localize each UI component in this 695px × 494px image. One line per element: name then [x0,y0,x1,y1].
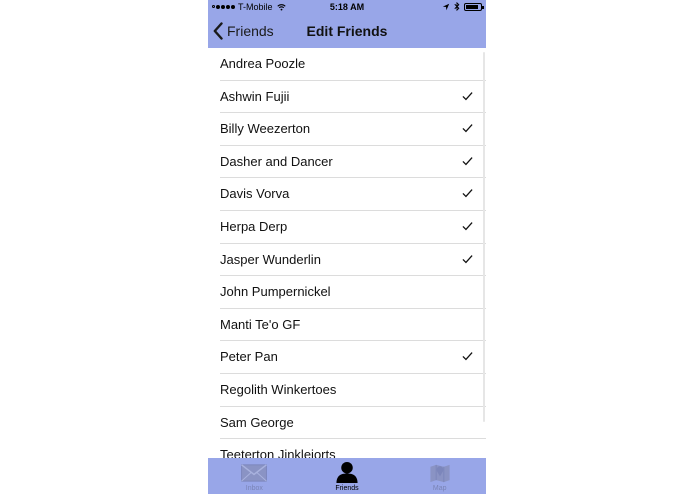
scroll-indicator[interactable] [483,52,485,422]
friend-row[interactable]: Sam George [208,407,486,440]
person-icon [336,461,358,484]
friend-name: Davis Vorva [220,186,290,202]
location-arrow-icon [442,3,450,10]
checkmark-icon [462,222,473,231]
map-icon [430,464,450,483]
tab-friends[interactable]: Friends [301,458,394,494]
back-button[interactable]: Friends [213,14,274,48]
checkmark-icon [462,254,473,263]
tab-map[interactable]: Map [393,458,486,494]
friend-name: Peter Pan [220,349,278,365]
bluetooth-icon [454,2,460,11]
friend-name: Andrea Poozle [220,56,306,71]
status-bar: T-Mobile 5:18 AM [208,0,486,14]
checkmark-icon [462,124,473,133]
friend-name: Ashwin Fujii [220,88,290,104]
friend-name: Dasher and Dancer [220,153,333,169]
battery-icon [464,2,484,11]
tab-bar: Inbox Friends Map [208,458,486,494]
status-icons [442,2,484,11]
friend-row[interactable]: Herpa Derp [208,211,486,244]
friend-name: Jasper Wunderlin [220,251,321,267]
friend-row[interactable]: Teeterton Jinkleiorts [208,439,486,458]
checkmark-icon [462,156,473,166]
friend-row[interactable]: Ashwin Fujii [208,81,486,114]
checkmark-icon [462,91,473,101]
tab-label: Friends [335,485,359,492]
friend-name: Sam George [220,414,294,430]
envelope-icon [241,464,268,482]
checkmark-icon [462,352,473,361]
tab-inbox[interactable]: Inbox [208,458,301,494]
checkmark-icon [462,189,473,198]
friend-name: Billy Weezerton [220,121,311,137]
friend-row[interactable]: Andrea Poozle [208,48,486,81]
friend-row[interactable]: Manti Te'o GF [208,309,486,342]
chevron-left-icon [213,22,223,40]
friend-row[interactable]: Billy Weezerton [208,113,486,146]
friends-list: Andrea Poozle Ashwin Fujii Billy Weezerton… [208,48,486,458]
friend-name: John Pumpernickel [220,284,331,300]
friend-row[interactable]: Jasper Wunderlin [208,244,486,277]
tab-label: Map [432,485,447,492]
friend-row[interactable]: Regolith Winkertoes [208,374,486,407]
friend-name: Manti Te'o GF [220,316,301,332]
tab-label: Inbox [245,485,263,492]
friend-row[interactable]: John Pumpernickel [208,276,486,309]
friend-name: Herpa Derp [220,218,288,234]
friend-name: Regolith Winkertoes [220,381,337,397]
back-button-label: Friends [227,23,274,39]
navigation-bar: Friends Edit Friends [208,14,486,48]
friend-row[interactable]: Davis Vorva [208,178,486,211]
friend-row[interactable]: Peter Pan [208,341,486,374]
friend-row[interactable]: Dasher and Dancer [208,146,486,179]
phone-screen: T-Mobile 5:18 AM Friends Edit Friends An… [208,0,486,494]
friend-name: Teeterton Jinkleiorts [220,447,336,458]
